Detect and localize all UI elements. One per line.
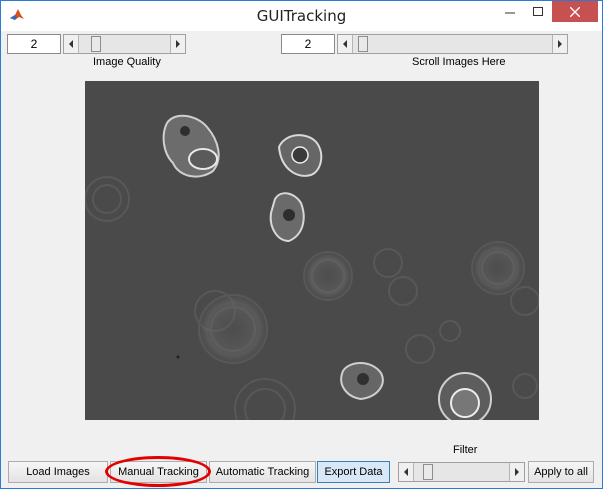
app-window: GUITracking 2 Image Quality 2 Scroll Ima…: [0, 0, 603, 489]
arrow-left-icon: [404, 468, 408, 476]
microscopy-image: [85, 81, 539, 420]
close-icon: [570, 6, 580, 17]
slider-thumb[interactable]: [91, 36, 101, 52]
slider-left-arrow[interactable]: [399, 463, 414, 481]
load-images-button[interactable]: Load Images: [8, 461, 108, 483]
export-data-button[interactable]: Export Data: [317, 461, 390, 483]
figure-client-area: 2 Image Quality 2 Scroll Images Here Fil…: [1, 31, 602, 488]
slider-right-arrow[interactable]: [509, 463, 524, 481]
slider-left-arrow[interactable]: [64, 35, 79, 53]
slider-thumb[interactable]: [358, 36, 368, 52]
arrow-right-icon: [176, 40, 180, 48]
arrow-left-icon: [69, 40, 73, 48]
cell: [340, 362, 384, 401]
cell: [438, 372, 492, 420]
apply-to-all-button[interactable]: Apply to all: [528, 461, 594, 483]
title-bar: GUITracking: [1, 1, 602, 31]
image-quality-edit[interactable]: 2: [7, 34, 61, 54]
close-button[interactable]: [552, 1, 598, 22]
highlight-ring: [105, 456, 211, 487]
maximize-button[interactable]: [524, 1, 552, 22]
filter-slider[interactable]: [398, 462, 525, 482]
automatic-tracking-button[interactable]: Automatic Tracking: [209, 461, 316, 483]
arrow-right-icon: [558, 40, 562, 48]
minimize-icon: [505, 12, 515, 13]
maximize-icon: [533, 6, 543, 16]
arrow-left-icon: [343, 40, 347, 48]
cell: [269, 192, 305, 243]
scroll-images-label: Scroll Images Here: [412, 56, 506, 68]
minimize-button[interactable]: [496, 1, 524, 22]
image-axes[interactable]: [85, 81, 539, 420]
filter-label: Filter: [453, 444, 478, 456]
arrow-right-icon: [515, 468, 519, 476]
image-quality-label: Image Quality: [93, 56, 161, 68]
scroll-images-slider[interactable]: [337, 34, 568, 54]
slider-right-arrow[interactable]: [552, 35, 567, 53]
slider-thumb[interactable]: [423, 464, 433, 480]
scroll-images-edit[interactable]: 2: [281, 34, 335, 54]
slider-left-arrow[interactable]: [338, 35, 353, 53]
slider-right-arrow[interactable]: [170, 35, 185, 53]
image-quality-slider[interactable]: [63, 34, 186, 54]
